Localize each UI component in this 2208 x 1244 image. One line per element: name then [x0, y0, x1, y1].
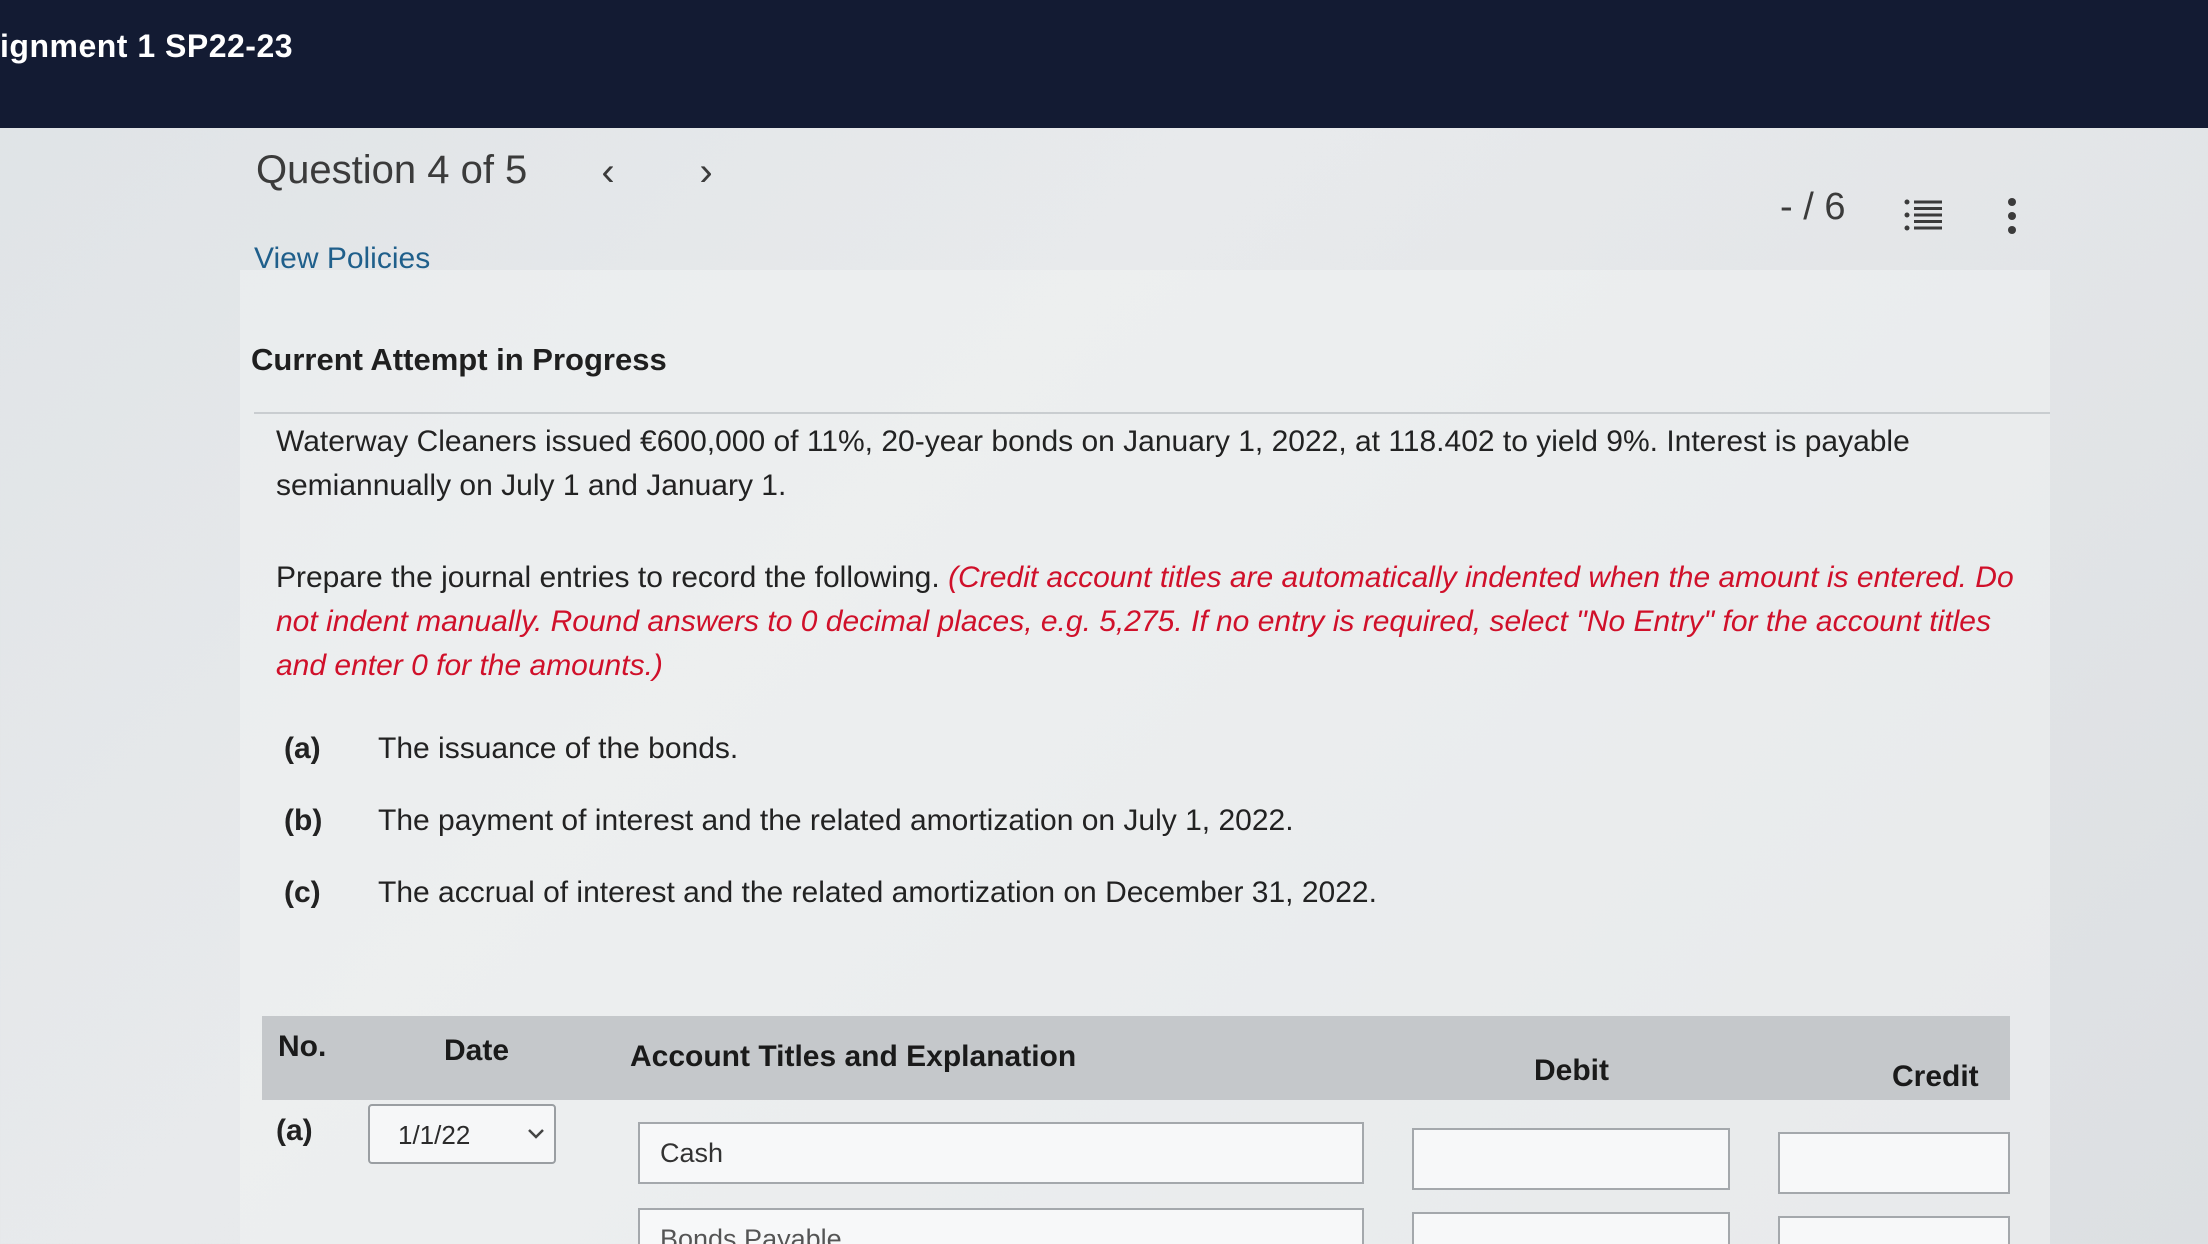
account-title-input[interactable]: Cash: [638, 1122, 1364, 1184]
chevron-down-icon: [528, 1129, 544, 1139]
problem-statement: Waterway Cleaners issued €600,000 of 11%…: [276, 425, 1910, 502]
entry-number: (a): [276, 1114, 313, 1147]
column-header-account: Account Titles and Explanation: [630, 1040, 1077, 1073]
view-policies-link[interactable]: View Policies: [254, 242, 430, 276]
account-title-input[interactable]: Bonds Payable: [638, 1208, 1364, 1244]
question-header: Question 4 of 5: [256, 148, 528, 192]
account-title-value: Bonds Payable: [660, 1224, 842, 1244]
column-header-debit: Debit: [1534, 1054, 1609, 1087]
account-title-value: Cash: [660, 1138, 724, 1168]
credit-input[interactable]: [1778, 1216, 2010, 1244]
problem-instructions: Prepare the journal entries to record th…: [276, 556, 2036, 688]
sub-question-b: (b) The payment of interest and the relat…: [284, 804, 1294, 838]
debit-input[interactable]: [1412, 1212, 1730, 1244]
sub-question-letter: (c): [284, 876, 321, 909]
journal-table-header: [262, 1016, 2010, 1100]
next-question-button[interactable]: ›: [686, 150, 726, 195]
sub-question-text: The issuance of the bonds.: [378, 732, 739, 765]
credit-input[interactable]: [1778, 1132, 2010, 1194]
sub-question-text: The accrual of interest and the related …: [378, 876, 1377, 909]
sub-question-c: (c) The accrual of interest and the relat…: [284, 876, 1377, 910]
date-select-value: 1/1/22: [398, 1120, 471, 1150]
top-bar: ignment 1 SP22-23: [0, 0, 2208, 128]
instruction-text: Prepare the journal entries to record th…: [276, 561, 940, 594]
sub-question-letter: (a): [284, 732, 321, 765]
date-select[interactable]: 1/1/22: [368, 1104, 556, 1164]
sub-question-letter: (b): [284, 804, 323, 837]
column-header-date: Date: [444, 1034, 510, 1067]
debit-input[interactable]: [1412, 1128, 1730, 1190]
attempt-status: Current Attempt in Progress: [251, 342, 667, 377]
column-header-no: No.: [278, 1030, 327, 1063]
kebab-menu-icon[interactable]: [2000, 196, 2024, 236]
score-display: - / 6: [1780, 186, 1846, 228]
list-icon[interactable]: [1904, 198, 1944, 232]
assignment-title: ignment 1 SP22-23: [0, 28, 294, 64]
sub-question-text: The payment of interest and the related …: [378, 804, 1294, 837]
previous-question-button[interactable]: ‹: [588, 150, 628, 195]
divider: [254, 412, 2050, 414]
sub-question-a: (a) The issuance of the bonds.: [284, 732, 738, 766]
column-header-credit: Credit: [1892, 1060, 1979, 1093]
